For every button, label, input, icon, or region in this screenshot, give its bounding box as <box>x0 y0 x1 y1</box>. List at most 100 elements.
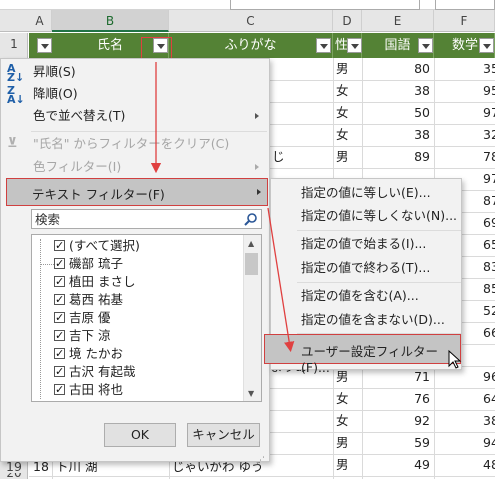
filter-dropdown-furigana[interactable] <box>316 38 331 53</box>
cell-gender[interactable]: 男 <box>336 58 349 80</box>
menu-sort-by-color[interactable]: 色で並べ替え(T) <box>1 105 269 127</box>
header-sugaku-label: 数学 <box>452 38 479 53</box>
cell-sugaku[interactable]: 38 <box>483 410 495 432</box>
cell-kokugo[interactable]: 38 <box>362 124 430 146</box>
cell-furigana[interactable]: じ <box>272 146 285 168</box>
tree-line <box>40 239 41 399</box>
submenu-not-equals[interactable]: 指定の値に等しくない(N)... <box>271 205 461 227</box>
column-header-f[interactable]: F <box>434 10 495 32</box>
submenu-separator <box>297 230 461 231</box>
column-header-c[interactable]: C <box>169 10 333 32</box>
cell-sugaku[interactable]: 94 <box>483 432 495 454</box>
cell-kokugo[interactable]: 50 <box>362 102 430 124</box>
filter-dropdown-a[interactable] <box>37 38 52 53</box>
column-header-bar: A B C D E F <box>0 10 495 32</box>
submenu-arrow-icon <box>255 164 259 170</box>
cell-gender[interactable]: 男 <box>336 146 349 168</box>
row-header[interactable]: 1 <box>0 37 28 51</box>
cell-sugaku[interactable]: 85 <box>483 278 495 300</box>
checkbox[interactable] <box>54 273 65 291</box>
menu-clear-filter-label: "氏名" からフィルターをクリア(C) <box>33 136 230 151</box>
scrollbar-thumb[interactable] <box>245 253 258 275</box>
cell-sugaku[interactable]: 66 <box>483 322 495 344</box>
column-header-d[interactable]: D <box>333 10 362 32</box>
cell-gender[interactable]: 女 <box>336 410 349 432</box>
column-header-b[interactable]: B <box>52 10 169 32</box>
scroll-down-icon[interactable]: ▼ <box>248 389 254 398</box>
cell-sugaku[interactable]: 97 <box>483 168 495 190</box>
checkbox[interactable] <box>54 345 65 363</box>
header-name-label: 氏名 <box>96 38 123 53</box>
cell-kokugo[interactable]: 76 <box>362 388 430 410</box>
filter-dropdown-gender[interactable] <box>347 38 362 53</box>
submenu-item-label: 指定の値に等しい(E)... <box>301 185 431 200</box>
submenu-contains[interactable]: 指定の値を含む(A)... <box>271 285 461 307</box>
cell-gender[interactable]: 女 <box>336 102 349 124</box>
checkbox[interactable] <box>54 381 65 399</box>
cell-gender[interactable]: 女 <box>336 388 349 410</box>
cell-gender[interactable]: 男 <box>336 454 349 476</box>
checkbox[interactable] <box>54 255 65 273</box>
cell-kokugo[interactable]: 80 <box>362 58 430 80</box>
scroll-up-icon[interactable]: ▲ <box>248 239 254 248</box>
menu-text-filter-label: テキスト フィルター(F) <box>32 187 165 202</box>
cell-sugaku[interactable]: 96 <box>483 366 495 388</box>
cell-sugaku[interactable]: 52 <box>483 300 495 322</box>
header-cell-furigana[interactable]: ふりがな <box>169 33 333 58</box>
checkbox[interactable] <box>54 363 65 381</box>
cell-sugaku[interactable]: 64 <box>483 388 495 410</box>
formula-bar-box-2[interactable] <box>435 0 495 10</box>
cell-sugaku[interactable]: 95 <box>483 80 495 102</box>
cell-kokugo[interactable]: 92 <box>362 410 430 432</box>
filter-dropdown-sugaku[interactable] <box>479 38 494 53</box>
cell-gender[interactable]: 女 <box>336 80 349 102</box>
menu-separator <box>31 131 267 132</box>
submenu-item-label: 指定の値に等しくない(N)... <box>301 208 458 223</box>
menu-color-filter-label: 色フィルター(I) <box>33 159 122 174</box>
cell-gender[interactable]: 男 <box>336 432 349 454</box>
submenu-not-contains[interactable]: 指定の値を含まない(D)... <box>271 309 461 331</box>
submenu-ends-with[interactable]: 指定の値で終わる(T)... <box>271 257 461 279</box>
column-header-e[interactable]: E <box>362 10 434 32</box>
cell-sugaku[interactable]: 35 <box>483 58 495 80</box>
menu-sort-by-color-label: 色で並べ替え(T) <box>33 108 126 123</box>
menu-sort-descending[interactable]: Z A↓ 降順(O) <box>1 83 269 105</box>
list-item-label: 吉原 優 <box>69 310 111 325</box>
cell-kokugo[interactable]: 89 <box>362 146 430 168</box>
clear-filter-icon: ⊻ <box>7 136 18 151</box>
cell-sugaku[interactable]: 32 <box>483 124 495 146</box>
submenu-begins-with[interactable]: 指定の値で始まる(I)... <box>271 233 461 255</box>
checkbox[interactable] <box>54 237 65 255</box>
menu-sort-ascending[interactable]: A Z↓ 昇順(S) <box>1 61 269 83</box>
cell-sugaku[interactable]: 69 <box>483 212 495 234</box>
submenu-item-label: 指定の値を含まない(D)... <box>301 312 445 327</box>
formula-bar-strip <box>0 0 495 10</box>
submenu-custom-filter[interactable]: ユーザー設定フィルター(F)... <box>264 334 461 375</box>
cell-sugaku[interactable]: 65 <box>483 234 495 256</box>
cell-kokugo[interactable]: 59 <box>362 432 430 454</box>
header-furigana-label: ふりがな <box>224 38 277 53</box>
ok-button[interactable]: OK <box>104 423 176 447</box>
cell-sugaku[interactable]: 87 <box>483 190 495 212</box>
cell-kokugo[interactable]: 38 <box>362 80 430 102</box>
checkbox[interactable] <box>54 309 65 327</box>
filter-dropdown-kokugo[interactable] <box>418 38 433 53</box>
submenu-item-label: 指定の値で終わる(T)... <box>301 260 431 275</box>
submenu-equals[interactable]: 指定の値に等しい(E)... <box>271 182 461 204</box>
menu-text-filter[interactable]: テキスト フィルター(F) <box>6 178 268 206</box>
formula-bar-box[interactable] <box>230 0 420 10</box>
checkbox[interactable] <box>54 291 65 309</box>
column-header-a[interactable]: A <box>28 10 52 32</box>
cell-kokugo[interactable]: 49 <box>362 454 430 476</box>
cell-sugaku[interactable]: 78 <box>483 146 495 168</box>
list-item-label: (すべて選択) <box>69 238 140 253</box>
cell-sugaku[interactable]: 83 <box>483 256 495 278</box>
cell-gender[interactable]: 女 <box>336 124 349 146</box>
checkbox[interactable] <box>54 327 65 345</box>
cancel-button[interactable]: キャンセル <box>187 423 260 447</box>
cell-sugaku[interactable]: 97 <box>483 102 495 124</box>
cell-sugaku[interactable]: 48 <box>483 454 495 476</box>
resize-grip-icon[interactable]: ⋰ <box>256 456 265 466</box>
search-input[interactable]: 検索 <box>31 209 262 229</box>
list-item-label: 古沢 有起哉 <box>69 364 136 379</box>
